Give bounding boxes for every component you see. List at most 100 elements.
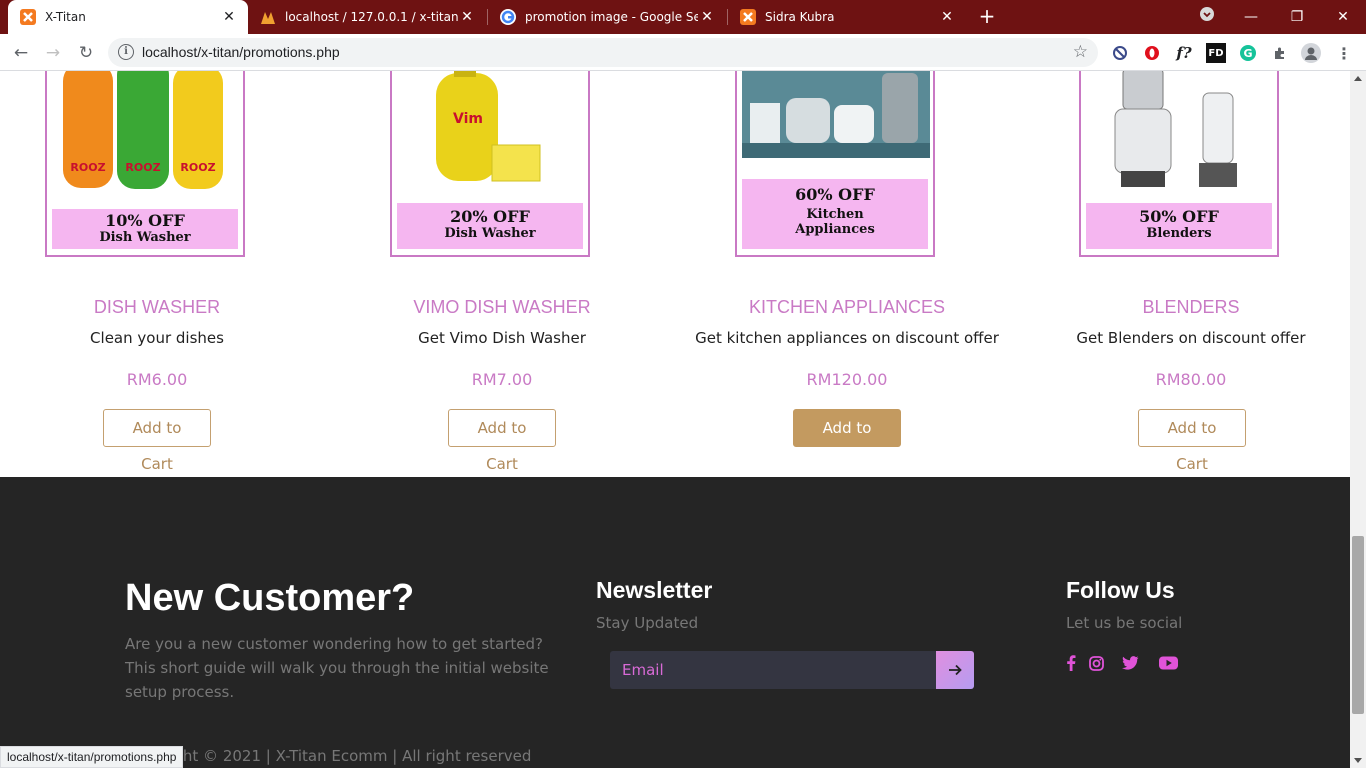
discount-product-name: Dish Washer: [99, 230, 191, 245]
product-price: RM120.00: [806, 370, 888, 389]
address-bar[interactable]: i localhost/x-titan/promotions.php ☆: [108, 38, 1098, 67]
email-field[interactable]: Email: [610, 651, 936, 689]
instagram-icon[interactable]: [1088, 653, 1104, 673]
opera-extension-icon[interactable]: [1142, 43, 1162, 63]
add-to-cart-button[interactable]: Add to Cart: [448, 409, 556, 473]
scroll-down-arrow[interactable]: [1354, 758, 1362, 763]
discount-percent: 60% OFF: [795, 185, 875, 204]
discount-banner: 60% OFF Kitchen Appliances: [742, 179, 928, 249]
product-title[interactable]: VIMO DISH WASHER: [342, 297, 662, 318]
page-viewport: ROOZ ROOZ ROOZ 10% OFF Dish Washer DISH …: [0, 71, 1350, 768]
product-description: Get Blenders on discount offer: [1076, 329, 1306, 347]
close-window-button[interactable]: ✕: [1330, 4, 1356, 30]
discount-banner: 20% OFF Dish Washer: [397, 203, 583, 249]
menu-kebab-icon[interactable]: ⋮: [1334, 43, 1354, 63]
bottle-label: Vim: [453, 111, 483, 127]
tab-title: localhost / 127.0.0.1 / x-titan / pr: [285, 10, 458, 24]
product-title[interactable]: BLENDERS: [1031, 297, 1350, 318]
copyright-text: Copyright © 2021 | X-Titan Ecomm | All r…: [125, 747, 532, 765]
product-title[interactable]: KITCHEN APPLIANCES: [687, 297, 1007, 318]
discount-product-name: Kitchen: [806, 207, 864, 222]
product-title[interactable]: DISH WASHER: [0, 297, 317, 318]
arrow-right-icon: [949, 664, 962, 676]
bottle-label: ROOZ: [180, 161, 215, 174]
vim-dish-washer-image: Vim: [436, 71, 541, 182]
discount-banner: 50% OFF Blenders: [1086, 203, 1272, 249]
product-image[interactable]: Vim 20% OFF Dish Washer: [390, 71, 590, 257]
product-price: RM6.00: [126, 370, 188, 389]
maximize-button[interactable]: ❐: [1284, 4, 1310, 30]
discount-percent: 20% OFF: [450, 207, 530, 226]
reload-icon[interactable]: ↻: [75, 42, 97, 64]
fd-extension-icon[interactable]: FD: [1206, 43, 1226, 63]
discount-banner: 10% OFF Dish Washer: [52, 209, 238, 249]
follow-subtitle: Let us be social: [1066, 614, 1183, 632]
extensions-puzzle-icon[interactable]: [1270, 43, 1290, 63]
scroll-up-arrow[interactable]: [1354, 76, 1362, 81]
forward-icon[interactable]: →: [42, 42, 64, 64]
product-image[interactable]: 50% OFF Blenders: [1079, 71, 1279, 257]
close-tab-icon[interactable]: ✕: [220, 9, 238, 25]
discount-percent: 10% OFF: [105, 211, 185, 230]
scrollbar-thumb[interactable]: [1352, 536, 1364, 714]
kitchen-appliances-image: [742, 71, 930, 158]
minimize-button[interactable]: —: [1238, 4, 1264, 30]
tab-title: promotion image - Google Searc: [525, 10, 698, 24]
new-customer-text: Are you a new customer wondering how to …: [125, 635, 549, 701]
new-tab-button[interactable]: +: [976, 5, 998, 27]
xampp-icon: [740, 9, 756, 25]
add-to-cart-button[interactable]: Add to Cart: [1138, 409, 1246, 473]
product-image[interactable]: 60% OFF Kitchen Appliances: [735, 71, 935, 257]
tab-title: Sidra Kubra: [765, 10, 835, 24]
product-description: Get kitchen appliances on discount offer: [695, 329, 999, 347]
discount-product-name-line2: Appliances: [795, 222, 875, 237]
facebook-icon[interactable]: [1064, 653, 1078, 673]
close-tab-icon[interactable]: ✕: [698, 9, 716, 25]
bottle-label: ROOZ: [125, 161, 160, 174]
youtube-icon[interactable]: [1158, 653, 1178, 673]
discount-percent: 50% OFF: [1139, 207, 1219, 226]
product-price: RM7.00: [471, 370, 533, 389]
url-text[interactable]: localhost/x-titan/promotions.php: [142, 44, 340, 60]
google-icon: [500, 9, 516, 25]
newsletter-heading: Newsletter: [596, 577, 713, 603]
product-price: RM80.00: [1155, 370, 1227, 389]
tab-title: X-Titan: [45, 10, 86, 24]
tab-x-titan[interactable]: X-Titan ✕: [8, 0, 248, 34]
profile-avatar-icon[interactable]: [1301, 43, 1321, 63]
tab-google-search[interactable]: promotion image - Google Searc ✕: [488, 0, 726, 34]
add-to-cart-button[interactable]: Add to Cart: [793, 409, 901, 473]
bottle-label: ROOZ: [70, 161, 105, 174]
product-description: Get Vimo Dish Washer: [418, 329, 586, 347]
blenders-image: [1114, 71, 1237, 187]
svg-text:G: G: [1243, 47, 1252, 60]
product-description: Clean your dishes: [90, 329, 224, 347]
close-tab-icon[interactable]: ✕: [938, 9, 956, 25]
close-tab-icon[interactable]: ✕: [458, 9, 476, 25]
block-extension-icon[interactable]: [1110, 43, 1130, 63]
twitter-icon[interactable]: [1121, 653, 1139, 673]
tab-search-button[interactable]: [1194, 4, 1220, 30]
site-footer: New Customer? Are you a new customer won…: [0, 477, 1350, 768]
add-to-cart-button[interactable]: Add to Cart: [103, 409, 211, 473]
link-status-bar: localhost/x-titan/promotions.php: [0, 746, 184, 768]
xampp-icon: [20, 9, 36, 25]
browser-toolbar: ← → ↻ i localhost/x-titan/promotions.php…: [0, 34, 1366, 71]
grammarly-icon[interactable]: G: [1238, 43, 1258, 63]
tab-strip: X-Titan ✕ localhost / 127.0.0.1 / x-tita…: [0, 0, 1366, 34]
tab-sidra-kubra[interactable]: Sidra Kubra ✕: [728, 0, 966, 34]
phpmyadmin-icon: [260, 9, 276, 25]
site-info-icon[interactable]: i: [118, 44, 134, 60]
font-extension-icon[interactable]: f?: [1174, 43, 1194, 63]
page-scrollbar[interactable]: [1350, 71, 1366, 768]
bookmark-star-icon[interactable]: ☆: [1073, 42, 1088, 62]
subscribe-button[interactable]: [936, 651, 974, 689]
dish-washer-bottles-image: ROOZ ROOZ ROOZ: [63, 71, 223, 189]
discount-product-name: Blenders: [1146, 226, 1212, 241]
product-image[interactable]: ROOZ ROOZ ROOZ 10% OFF Dish Washer: [45, 71, 245, 257]
tab-phpmyadmin[interactable]: localhost / 127.0.0.1 / x-titan / pr ✕: [248, 0, 486, 34]
newsletter-subtitle: Stay Updated: [596, 614, 699, 632]
back-icon[interactable]: ←: [10, 42, 32, 64]
follow-heading: Follow Us: [1066, 577, 1175, 603]
discount-product-name: Dish Washer: [444, 226, 536, 241]
